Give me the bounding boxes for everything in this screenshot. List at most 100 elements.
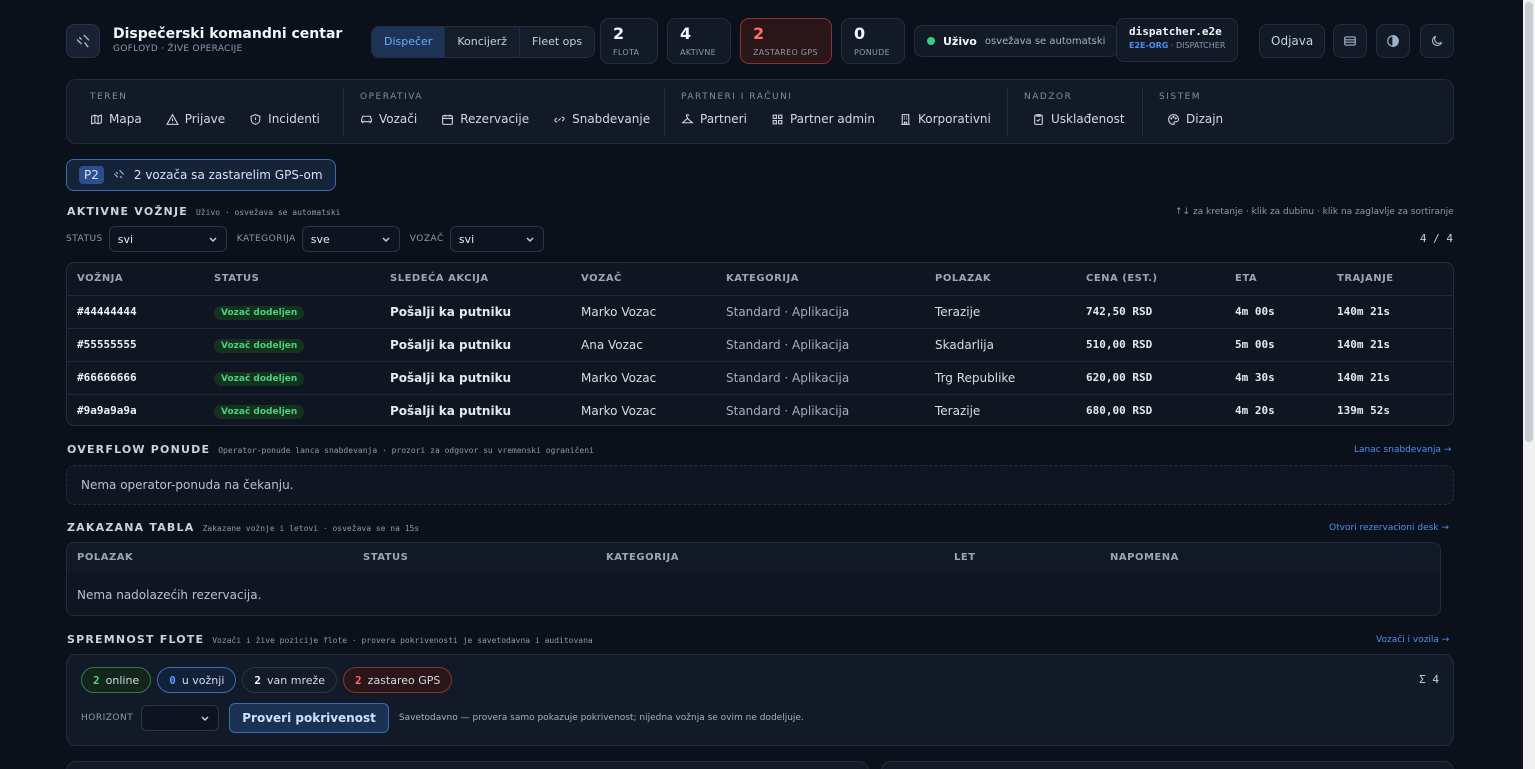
logout-button[interactable]: Odjava [1259,24,1326,58]
section-title-overflow: OVERFLOW PONUDE Operator-ponude lanca sna… [67,443,594,456]
chip-in-ride[interactable]: 0 u vožnji [157,667,237,693]
pickup: Trg Republike [935,371,1016,385]
nav-item-snabdevanje[interactable]: Snabdevanje [553,112,650,126]
column-header[interactable]: STATUS [214,263,259,295]
column-header[interactable]: ETA [1235,263,1257,295]
app-header: Dispečerski komandni centar GOFLOYD · ŽI… [66,18,1454,66]
nav-item-label: Usklađenost [1051,112,1125,126]
stat-ponude[interactable]: 0 PONUDE [841,18,905,64]
column-header[interactable]: TRAJANJE [1337,263,1394,295]
column-header[interactable]: SLEDEĆA AKCIJA [390,263,489,295]
nav-item-partneri[interactable]: Partneri [681,112,747,126]
nav-item-incidenti[interactable]: Incidenti [249,112,320,126]
section-title-scheduled: ZAKAZANA TABLA Zakazane vožnje i letovi ·… [67,521,420,534]
stat-value: 2 [613,24,625,43]
nav-item-prijave[interactable]: Prijave [165,112,225,126]
nav-item-dizajn[interactable]: Dizajn [1167,112,1223,126]
chip-online[interactable]: 2 online [81,667,152,693]
status-badge: Vozač dodeljen [214,305,305,320]
nav-divider [1007,88,1008,136]
gps-alert[interactable]: P2 2 vozača sa zastarelim GPS-om [66,159,336,191]
pickup: Skadarlija [935,338,994,352]
nav-item-korporativni[interactable]: Korporativni [899,112,991,126]
nav-item-mapa[interactable]: Mapa [90,112,142,126]
price: 680,00 RSD [1086,404,1153,417]
column-header[interactable]: NAPOMENA [1110,543,1179,573]
tab-koncijerz[interactable]: Konciјerž [445,27,520,57]
nav-item-uskladjenost[interactable]: Usklađenost [1032,112,1125,126]
column-header[interactable]: VOZAČ [581,263,622,295]
category-filter-select[interactable]: sve [301,226,400,252]
scrollbar-track[interactable] [1523,0,1535,769]
filter-label: STATUS [66,234,103,244]
horizon-select[interactable] [141,705,220,731]
chevron-down-icon [382,237,390,243]
scrollbar-thumb[interactable] [1525,2,1533,442]
price: 510,00 RSD [1086,338,1153,351]
contrast-icon[interactable] [1376,24,1410,58]
nav-item-partner-admin[interactable]: Partner admin [771,112,875,126]
supply-chain-link[interactable]: Lanac snabdevanja → [1354,445,1451,455]
priority-badge: P2 [79,166,104,184]
driver-filter-select[interactable]: svi [449,226,544,252]
layout-icon[interactable] [1333,24,1367,58]
nav-item-label: Partneri [700,112,747,126]
horizon-label: HORIZONT [81,713,134,723]
column-header[interactable]: POLAZAK [77,543,133,573]
table-row[interactable]: #44444444 Vozač dodeljen Pošalji ka putnik… [67,295,1453,328]
ride-status: Vozač dodeljen [214,362,305,394]
table-row[interactable]: #9a9a9a9a Vozač dodeljen Pošalji ka putnik… [67,394,1453,425]
select-value: sve [310,232,330,246]
column-header[interactable]: STATUS [363,543,408,573]
nav-item-label: Dizajn [1186,112,1224,126]
stat-aktivne[interactable]: 4 AKTIVNE [667,18,731,64]
booking-desk-link[interactable]: Otvori rezervacioni desk → [1329,523,1449,533]
check-coverage-button[interactable]: Proveri pokrivenost [229,703,389,733]
drivers-vehicles-link[interactable]: Vozači i vozila → [1376,635,1449,645]
status-filter-select[interactable]: svi [108,226,227,252]
live-sub: osvežava se automatski [984,35,1106,47]
column-header[interactable]: KATEGORIJA [606,543,679,573]
hanger-icon [681,113,694,123]
chip-value: 2 [254,673,262,687]
table-row[interactable]: #55555555 Vozač dodeljen Pošalji ka putnik… [67,328,1453,361]
price: 620,00 RSD [1086,371,1153,384]
satellite-icon[interactable] [66,24,100,58]
nav-item-label: Korporativni [917,112,991,126]
user-badge[interactable]: dispatcher.e2e E2E-ORG · DISPATCHER [1116,18,1239,62]
chip-stale-gps[interactable]: 2 zastareo GPS [343,667,453,693]
select-value: svi [458,232,475,246]
moon-icon[interactable] [1420,24,1454,58]
column-header[interactable]: VOŽNJA [77,263,123,295]
app-title: Dispečerski komandni centar [113,26,343,42]
driver-name: Ana Vozac [581,338,643,352]
nav-item-label: Vozači [379,112,418,126]
stat-label: PONUDE [854,48,890,57]
lower-panel-left [66,761,869,769]
chip-label: online [105,673,140,687]
chip-offline[interactable]: 2 van mreže [242,667,338,693]
table-header: POLAZAK STATUS KATEGORIJA LET NAPOMENA [67,543,1440,573]
duration: 140m 21s [1337,338,1390,351]
stat-zastareo-gps[interactable]: 2 ZASTAREO GPS [740,18,832,64]
section-subtitle: Zakazane vožnje i letovi · osvežava se n… [202,524,420,533]
column-header[interactable]: POLAZAK [935,263,991,295]
ride-status: Vozač dodeljen [214,296,305,328]
duration: 140m 21s [1337,305,1390,318]
nav-group-title: NADZOR [1024,92,1073,102]
stat-flota[interactable]: 2 FLOTA [600,18,658,64]
calendar-icon [442,114,454,125]
category: Standard · Aplikacija [726,305,850,319]
nav-item-vozaci[interactable]: Vozači [360,112,417,126]
fleet-total: Σ 4 [1419,673,1439,686]
column-header[interactable]: KATEGORIJA [726,263,799,295]
nav-item-rezervacije[interactable]: Rezervacije [441,112,529,126]
table-row[interactable]: #66666666 Vozač dodeljen Pošalji ka putnik… [67,361,1453,394]
column-header[interactable]: LET [954,543,976,573]
column-header[interactable]: CENA (EST.) [1086,263,1158,295]
tab-fleet-ops[interactable]: Fleet ops [520,27,594,57]
stat-label: ZASTAREO GPS [753,48,818,57]
next-action: Pošalji ka putniku [390,371,512,385]
tab-dispecer[interactable]: Dispečer [372,27,446,57]
palette-icon [1168,113,1179,125]
